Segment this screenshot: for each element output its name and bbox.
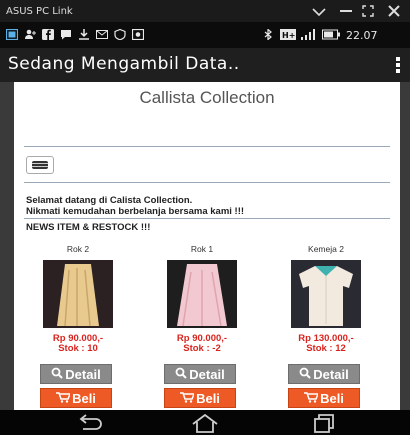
product-card: Kemeja 2 Rp 130.000,- Stok : 12 Detail B…: [276, 244, 376, 408]
bluetooth-icon: [264, 29, 272, 40]
buy-button[interactable]: Beli: [164, 388, 236, 408]
window-title: ASUS PC Link: [6, 6, 73, 17]
screenshot-icon: [6, 29, 18, 40]
news-heading: NEWS ITEM & RESTOCK !!!: [26, 222, 151, 233]
buy-label: Beli: [196, 391, 220, 406]
product-price: Rp 90.000,- Stok : 10: [28, 334, 128, 354]
stock-value: Stok : -2: [183, 343, 221, 354]
chevron-down-icon[interactable]: [312, 7, 326, 17]
shield-icon: [114, 29, 126, 40]
divider: [24, 146, 390, 147]
detail-button[interactable]: Detail: [164, 364, 236, 384]
welcome-text: Selamat datang di Calista Collection. Ni…: [26, 195, 244, 217]
mail-icon: [96, 30, 108, 39]
detail-button[interactable]: Detail: [40, 364, 112, 384]
cart-icon: [304, 392, 319, 403]
back-icon[interactable]: [74, 413, 104, 433]
detail-label: Detail: [313, 367, 349, 382]
recent-apps-icon[interactable]: [306, 413, 336, 433]
app-action-bar: Sedang Mengambil Data..: [0, 48, 410, 82]
hamburger-menu-button[interactable]: [26, 156, 54, 174]
product-image[interactable]: [167, 260, 237, 328]
buy-label: Beli: [72, 391, 96, 406]
magnifier-icon: [175, 367, 188, 379]
product-card: Rok 1 Rp 90.000,- Stok : -2 Detail Beli: [152, 244, 252, 408]
product-name: Rok 2: [66, 244, 90, 254]
site-title: Callista Collection: [139, 88, 275, 107]
welcome-line-2: Nikmati kemudahan berbelanja bersama kam…: [26, 206, 245, 217]
cart-icon: [56, 392, 71, 403]
stock-value: Stok : 12: [306, 343, 346, 354]
magnifier-icon: [51, 367, 64, 379]
message-icon: [61, 30, 71, 40]
hplus-icon: H+: [280, 29, 296, 40]
product-card: Rok 2 Rp 90.000,- Stok : 10 Detail Beli: [28, 244, 128, 408]
divider: [24, 218, 390, 219]
overflow-menu-icon[interactable]: [396, 57, 400, 73]
stock-value: Stok : 10: [58, 343, 98, 354]
web-page: Callista Collection Selamat datang di Ca…: [14, 82, 400, 410]
cart-icon: [180, 392, 195, 403]
minimize-icon[interactable]: [340, 10, 352, 14]
navigation-bar: [0, 410, 410, 435]
person-add-icon: [25, 29, 36, 39]
detail-label: Detail: [65, 367, 101, 382]
product-image[interactable]: [291, 260, 361, 328]
divider: [24, 182, 390, 183]
app-title: Sedang Mengambil Data..: [8, 54, 240, 74]
detail-label: Detail: [189, 367, 225, 382]
magnifier-icon: [299, 367, 312, 379]
maximize-icon[interactable]: [362, 5, 374, 17]
close-icon[interactable]: [388, 5, 400, 17]
welcome-line-1: Selamat datang di Calista Collection.: [26, 195, 193, 206]
status-bar: H+ 22.07: [0, 22, 410, 48]
product-image[interactable]: [43, 260, 113, 328]
product-price: Rp 90.000,- Stok : -2: [152, 334, 252, 354]
svg-text:H+: H+: [282, 31, 295, 40]
pc-link-window-bar: ASUS PC Link: [0, 0, 410, 22]
download-icon: [79, 29, 89, 40]
buy-button[interactable]: Beli: [40, 388, 112, 408]
clock: 22.07: [346, 29, 378, 42]
product-name: Rok 1: [190, 244, 214, 254]
signal-icon: [301, 29, 315, 40]
detail-button[interactable]: Detail: [288, 364, 360, 384]
product-name: Kemeja 2: [308, 244, 344, 254]
home-icon[interactable]: [190, 413, 220, 433]
battery-icon: [322, 29, 340, 40]
facebook-icon: [42, 29, 54, 40]
product-price: Rp 130.000,- Stok : 12: [276, 334, 376, 354]
hamburger-icon: [32, 161, 48, 169]
gallery-icon: [132, 29, 144, 40]
buy-label: Beli: [320, 391, 344, 406]
webview: Callista Collection Selamat datang di Ca…: [0, 82, 410, 410]
buy-button[interactable]: Beli: [288, 388, 360, 408]
